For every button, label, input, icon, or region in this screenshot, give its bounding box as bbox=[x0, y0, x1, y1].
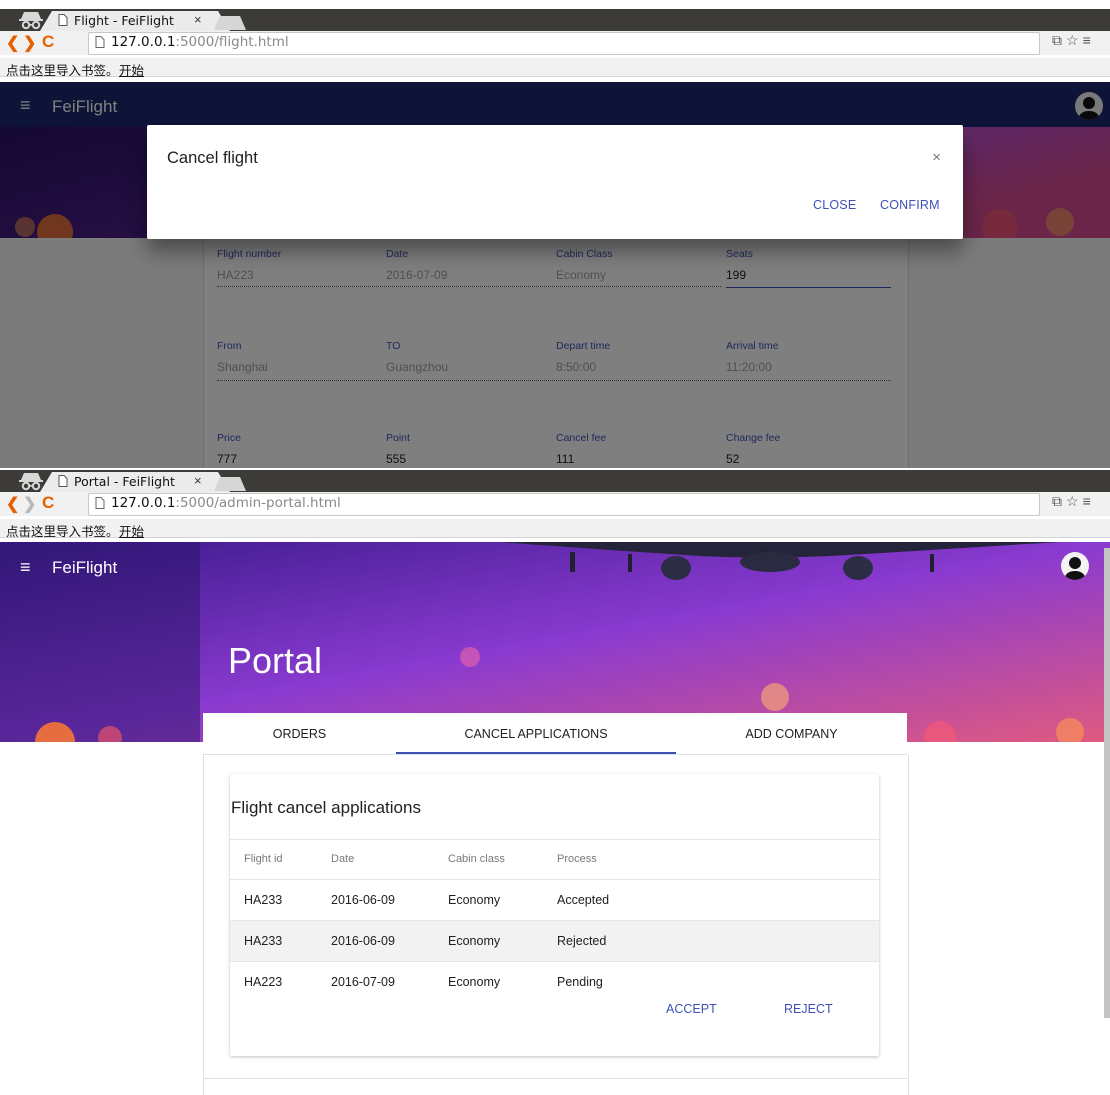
window2-titlebar: Portal - FeiFlight × bbox=[0, 470, 1110, 492]
cell-cabin-class: Economy bbox=[448, 975, 501, 989]
column-header-date: Date bbox=[331, 853, 355, 865]
window2-hero-image bbox=[0, 542, 1110, 742]
bookmarks-start-link[interactable]: 开始 bbox=[119, 60, 144, 79]
translate-icon[interactable]: ⧉ bbox=[1052, 32, 1062, 48]
column-header-process: Process bbox=[557, 853, 597, 865]
cell-date: 2016-06-09 bbox=[331, 893, 395, 907]
menu-icon[interactable]: ≡ bbox=[1083, 32, 1091, 48]
cancel-flight-dialog: Cancel flight × CLOSE CONFIRM bbox=[147, 125, 963, 239]
tab-bar: ORDERS CANCEL APPLICATIONS ADD COMPANY bbox=[203, 713, 907, 755]
window2-tab-title: Portal - FeiFlight bbox=[74, 474, 175, 489]
table-row[interactable] bbox=[230, 962, 879, 1040]
document-icon bbox=[95, 497, 105, 509]
bookmarks-start-link[interactable]: 开始 bbox=[119, 521, 144, 540]
cell-process: Accepted bbox=[557, 893, 610, 907]
back-icon[interactable]: ❮ bbox=[6, 33, 19, 53]
window1-toolbar-icons: ⧉ ☆ ≡ bbox=[1048, 32, 1091, 49]
window2-tab-close-icon[interactable]: × bbox=[194, 473, 202, 488]
cell-date: 2016-06-09 bbox=[331, 934, 395, 948]
document-icon bbox=[95, 36, 105, 48]
forward-icon[interactable]: ❯ bbox=[23, 33, 36, 53]
window2-app-title: FeiFlight bbox=[52, 558, 118, 577]
cell-cabin-class: Economy bbox=[448, 934, 501, 948]
document-icon bbox=[58, 14, 68, 26]
accept-button[interactable]: ACCEPT bbox=[666, 1002, 717, 1016]
window1-toolbar: ❮ ❯ C 127.0.0.1:5000/flight.html ⧉ ☆ ≡ bbox=[0, 31, 1110, 55]
scrollbar[interactable] bbox=[1104, 548, 1110, 1018]
window1-new-tab-button[interactable] bbox=[214, 16, 246, 30]
bookmarks-text: 点击这里导入书签。 bbox=[6, 524, 119, 539]
dialog-confirm-button[interactable]: CONFIRM bbox=[880, 198, 940, 212]
column-header-flight-id: Flight id bbox=[244, 853, 283, 865]
reload-icon[interactable]: C bbox=[42, 32, 54, 52]
star-icon[interactable]: ☆ bbox=[1066, 493, 1079, 509]
dialog-close-button[interactable]: CLOSE bbox=[813, 198, 856, 212]
table-row[interactable] bbox=[230, 880, 879, 920]
cell-flight-id: HA223 bbox=[244, 975, 283, 989]
window2-toolbar: ❮ ❯ C 127.0.0.1:5000/admin-portal.html ⧉… bbox=[0, 492, 1110, 516]
reject-button[interactable]: REJECT bbox=[784, 1002, 833, 1016]
window1-url: 127.0.0.1:5000/flight.html bbox=[111, 34, 289, 50]
tab-add-company[interactable]: ADD COMPANY bbox=[676, 713, 907, 755]
forward-icon[interactable]: ❯ bbox=[23, 494, 36, 514]
cell-process: Pending bbox=[557, 975, 603, 989]
hamburger-icon[interactable]: ≡ bbox=[20, 557, 31, 578]
cell-date: 2016-07-09 bbox=[331, 975, 395, 989]
table-row[interactable] bbox=[230, 921, 879, 961]
star-icon[interactable]: ☆ bbox=[1066, 32, 1079, 48]
window1-bookmarks-bar: 点击这里导入书签。 开始 bbox=[0, 58, 1110, 79]
tab-orders[interactable]: ORDERS bbox=[203, 713, 396, 755]
content-divider bbox=[203, 1078, 907, 1079]
page-title: Portal bbox=[228, 640, 323, 681]
window1-titlebar: Flight - FeiFlight × bbox=[0, 9, 1110, 31]
back-icon[interactable]: ❮ bbox=[6, 494, 19, 514]
window2-url: 127.0.0.1:5000/admin-portal.html bbox=[111, 495, 341, 511]
window2-toolbar-icons: ⧉ ☆ ≡ bbox=[1048, 493, 1091, 510]
cell-cabin-class: Economy bbox=[448, 893, 501, 907]
cell-flight-id: HA233 bbox=[244, 893, 283, 907]
card-title: Flight cancel applications bbox=[231, 798, 421, 817]
close-icon[interactable]: × bbox=[932, 149, 941, 166]
cell-process: Rejected bbox=[557, 934, 607, 948]
window2-new-tab-button[interactable] bbox=[214, 477, 246, 491]
document-icon bbox=[58, 475, 68, 487]
window2-bookmarks-bar: 点击这里导入书签。 开始 bbox=[0, 519, 1110, 540]
translate-icon[interactable]: ⧉ bbox=[1052, 493, 1062, 509]
avatar-icon[interactable] bbox=[1061, 552, 1089, 580]
window1-tab-close-icon[interactable]: × bbox=[194, 12, 202, 27]
column-header-cabin-class: Cabin class bbox=[448, 853, 505, 865]
dialog-title: Cancel flight bbox=[167, 149, 258, 167]
tab-cancel-applications[interactable]: CANCEL APPLICATIONS bbox=[396, 713, 676, 755]
window1-tab-title: Flight - FeiFlight bbox=[74, 13, 174, 28]
reload-icon[interactable]: C bbox=[42, 493, 54, 513]
bookmarks-text: 点击这里导入书签。 bbox=[6, 63, 119, 78]
menu-icon[interactable]: ≡ bbox=[1083, 493, 1091, 509]
cell-flight-id: HA233 bbox=[244, 934, 283, 948]
